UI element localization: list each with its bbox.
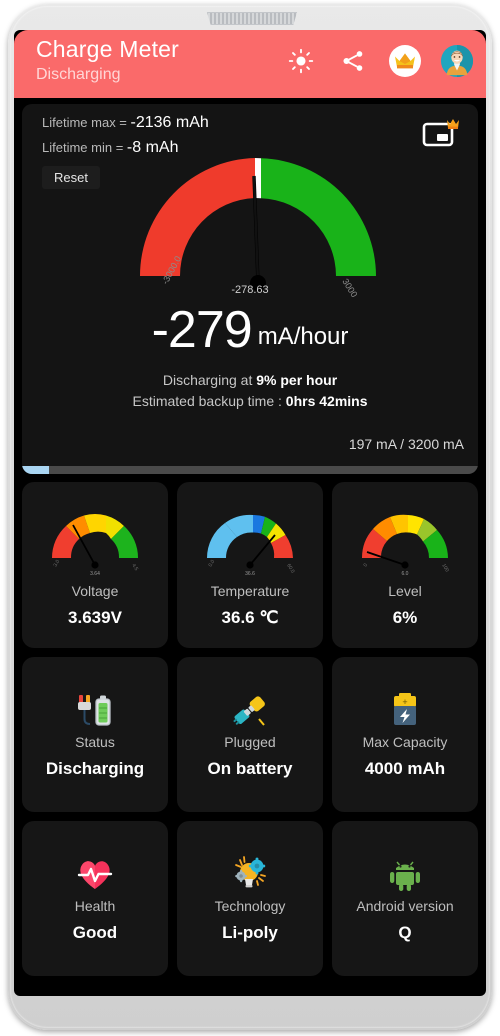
info-card-grid: 3.0 4.5 3.64 Voltage 3.639V 0.0 60.0 36.…	[14, 474, 486, 976]
discharge-rate-value: 9% per hour	[256, 372, 338, 388]
card-technology[interactable]: Technology Li-poly	[177, 821, 323, 976]
card-label: Level	[388, 582, 422, 599]
gauge-needle-value: -278.63	[231, 284, 269, 296]
capacity-progress-fill	[22, 466, 50, 474]
card-label: Technology	[214, 898, 286, 914]
card-label: Max Capacity	[362, 734, 448, 750]
card-label: Temperature	[210, 582, 290, 599]
card-label: Status	[75, 734, 115, 750]
card-plugged[interactable]: Plugged On battery	[177, 657, 323, 812]
android-icon	[385, 854, 425, 894]
card-voltage[interactable]: 3.0 4.5 3.64 Voltage 3.639V	[22, 482, 168, 648]
current-reading: -279 mA/hour	[22, 300, 478, 360]
brightness-icon[interactable]	[284, 44, 318, 78]
card-label: Plugged	[224, 734, 276, 750]
card-label: Voltage	[71, 582, 119, 599]
card-health[interactable]: Health Good	[22, 821, 168, 976]
svg-text:6.0: 6.0	[402, 571, 409, 577]
card-value: Good	[72, 923, 118, 942]
battery-bolt-icon: +	[388, 690, 422, 730]
card-value: 3.639V	[68, 607, 122, 627]
gauge-icon: 3.0 4.5 3.64	[51, 513, 139, 577]
card-value: Q	[398, 923, 412, 942]
crown-icon[interactable]	[388, 44, 422, 78]
lifetime-max-value: -2136 mAh	[130, 114, 209, 131]
earpiece-speaker	[206, 12, 298, 25]
gauge-band-charge	[261, 158, 376, 276]
app-title: Charge Meter	[36, 36, 180, 62]
svg-text:0.0: 0.0	[208, 558, 217, 567]
lifetime-max-row: Lifetime max = -2136 mAh	[42, 114, 209, 132]
widget-premium-icon[interactable]	[422, 118, 462, 152]
gauge-band-discharge	[139, 158, 255, 276]
card-value: 36.6 ℃	[221, 607, 279, 627]
capacity-progress-bar[interactable]	[22, 466, 478, 474]
card-value: 4000 mAh	[364, 759, 446, 778]
svg-text:+: +	[402, 697, 407, 707]
card-value: 6%	[392, 607, 418, 627]
card-value: Discharging	[45, 759, 145, 778]
current-value: -279	[151, 301, 253, 359]
svg-text:100: 100	[440, 562, 450, 572]
heart-pulse-icon	[75, 854, 115, 894]
lightbulb-gear-icon	[229, 854, 271, 894]
card-label: Health	[74, 898, 116, 914]
card-value: On battery	[207, 759, 293, 778]
plug-battery-icon	[74, 690, 116, 730]
avatar-icon[interactable]	[440, 44, 474, 78]
capacity-text: 197 mA / 3200 mA	[348, 436, 464, 452]
discharge-rate-label: Discharging at	[162, 372, 257, 388]
discharge-rate-row: Discharging at 9% per hour	[22, 372, 478, 388]
app-subtitle: Discharging	[36, 66, 121, 83]
app-bar: Charge Meter Discharging	[14, 30, 486, 98]
svg-text:0: 0	[363, 562, 370, 568]
card-temperature[interactable]: 0.0 60.0 36.6 Temperature 36.6 ℃	[177, 482, 323, 648]
phone-device: Charge Meter Discharging Lifetime max = …	[0, 0, 500, 1036]
share-icon[interactable]	[336, 44, 370, 78]
svg-text:36.6: 36.6	[245, 571, 255, 577]
app-bar-actions	[284, 44, 474, 78]
main-gauge: -3000.0 3000.0	[22, 148, 478, 305]
gauge-icon: 0.0 60.0 36.6	[207, 514, 296, 577]
card-level[interactable]: 0 100 6.0 Level 6%	[332, 482, 478, 648]
backup-time-row: Estimated backup time : 0hrs 42mins	[22, 393, 478, 409]
lifetime-max-label: Lifetime max =	[42, 115, 131, 130]
unplugged-icon	[229, 690, 271, 730]
card-android-version[interactable]: Android version Q	[332, 821, 478, 976]
current-unit: mA/hour	[257, 323, 349, 350]
gauge-icon: 0 100 6.0	[361, 514, 450, 577]
backup-time-label: Estimated backup time :	[132, 393, 286, 409]
card-status[interactable]: Status Discharging	[22, 657, 168, 812]
svg-text:3.64: 3.64	[90, 571, 100, 577]
card-value: Li-poly	[222, 923, 278, 942]
card-max-capacity[interactable]: + Max Capacity 4000 mAh	[332, 657, 478, 812]
backup-time-value: 0hrs 42mins	[285, 393, 368, 409]
card-label: Android version	[356, 898, 454, 914]
svg-text:4.5: 4.5	[130, 562, 139, 571]
phone-screen: Charge Meter Discharging Lifetime max = …	[14, 30, 486, 996]
svg-text:3.0: 3.0	[53, 558, 62, 567]
svg-text:60.0: 60.0	[285, 562, 295, 574]
charge-summary-panel: Lifetime max = -2136 mAh Lifetime min = …	[22, 104, 478, 474]
